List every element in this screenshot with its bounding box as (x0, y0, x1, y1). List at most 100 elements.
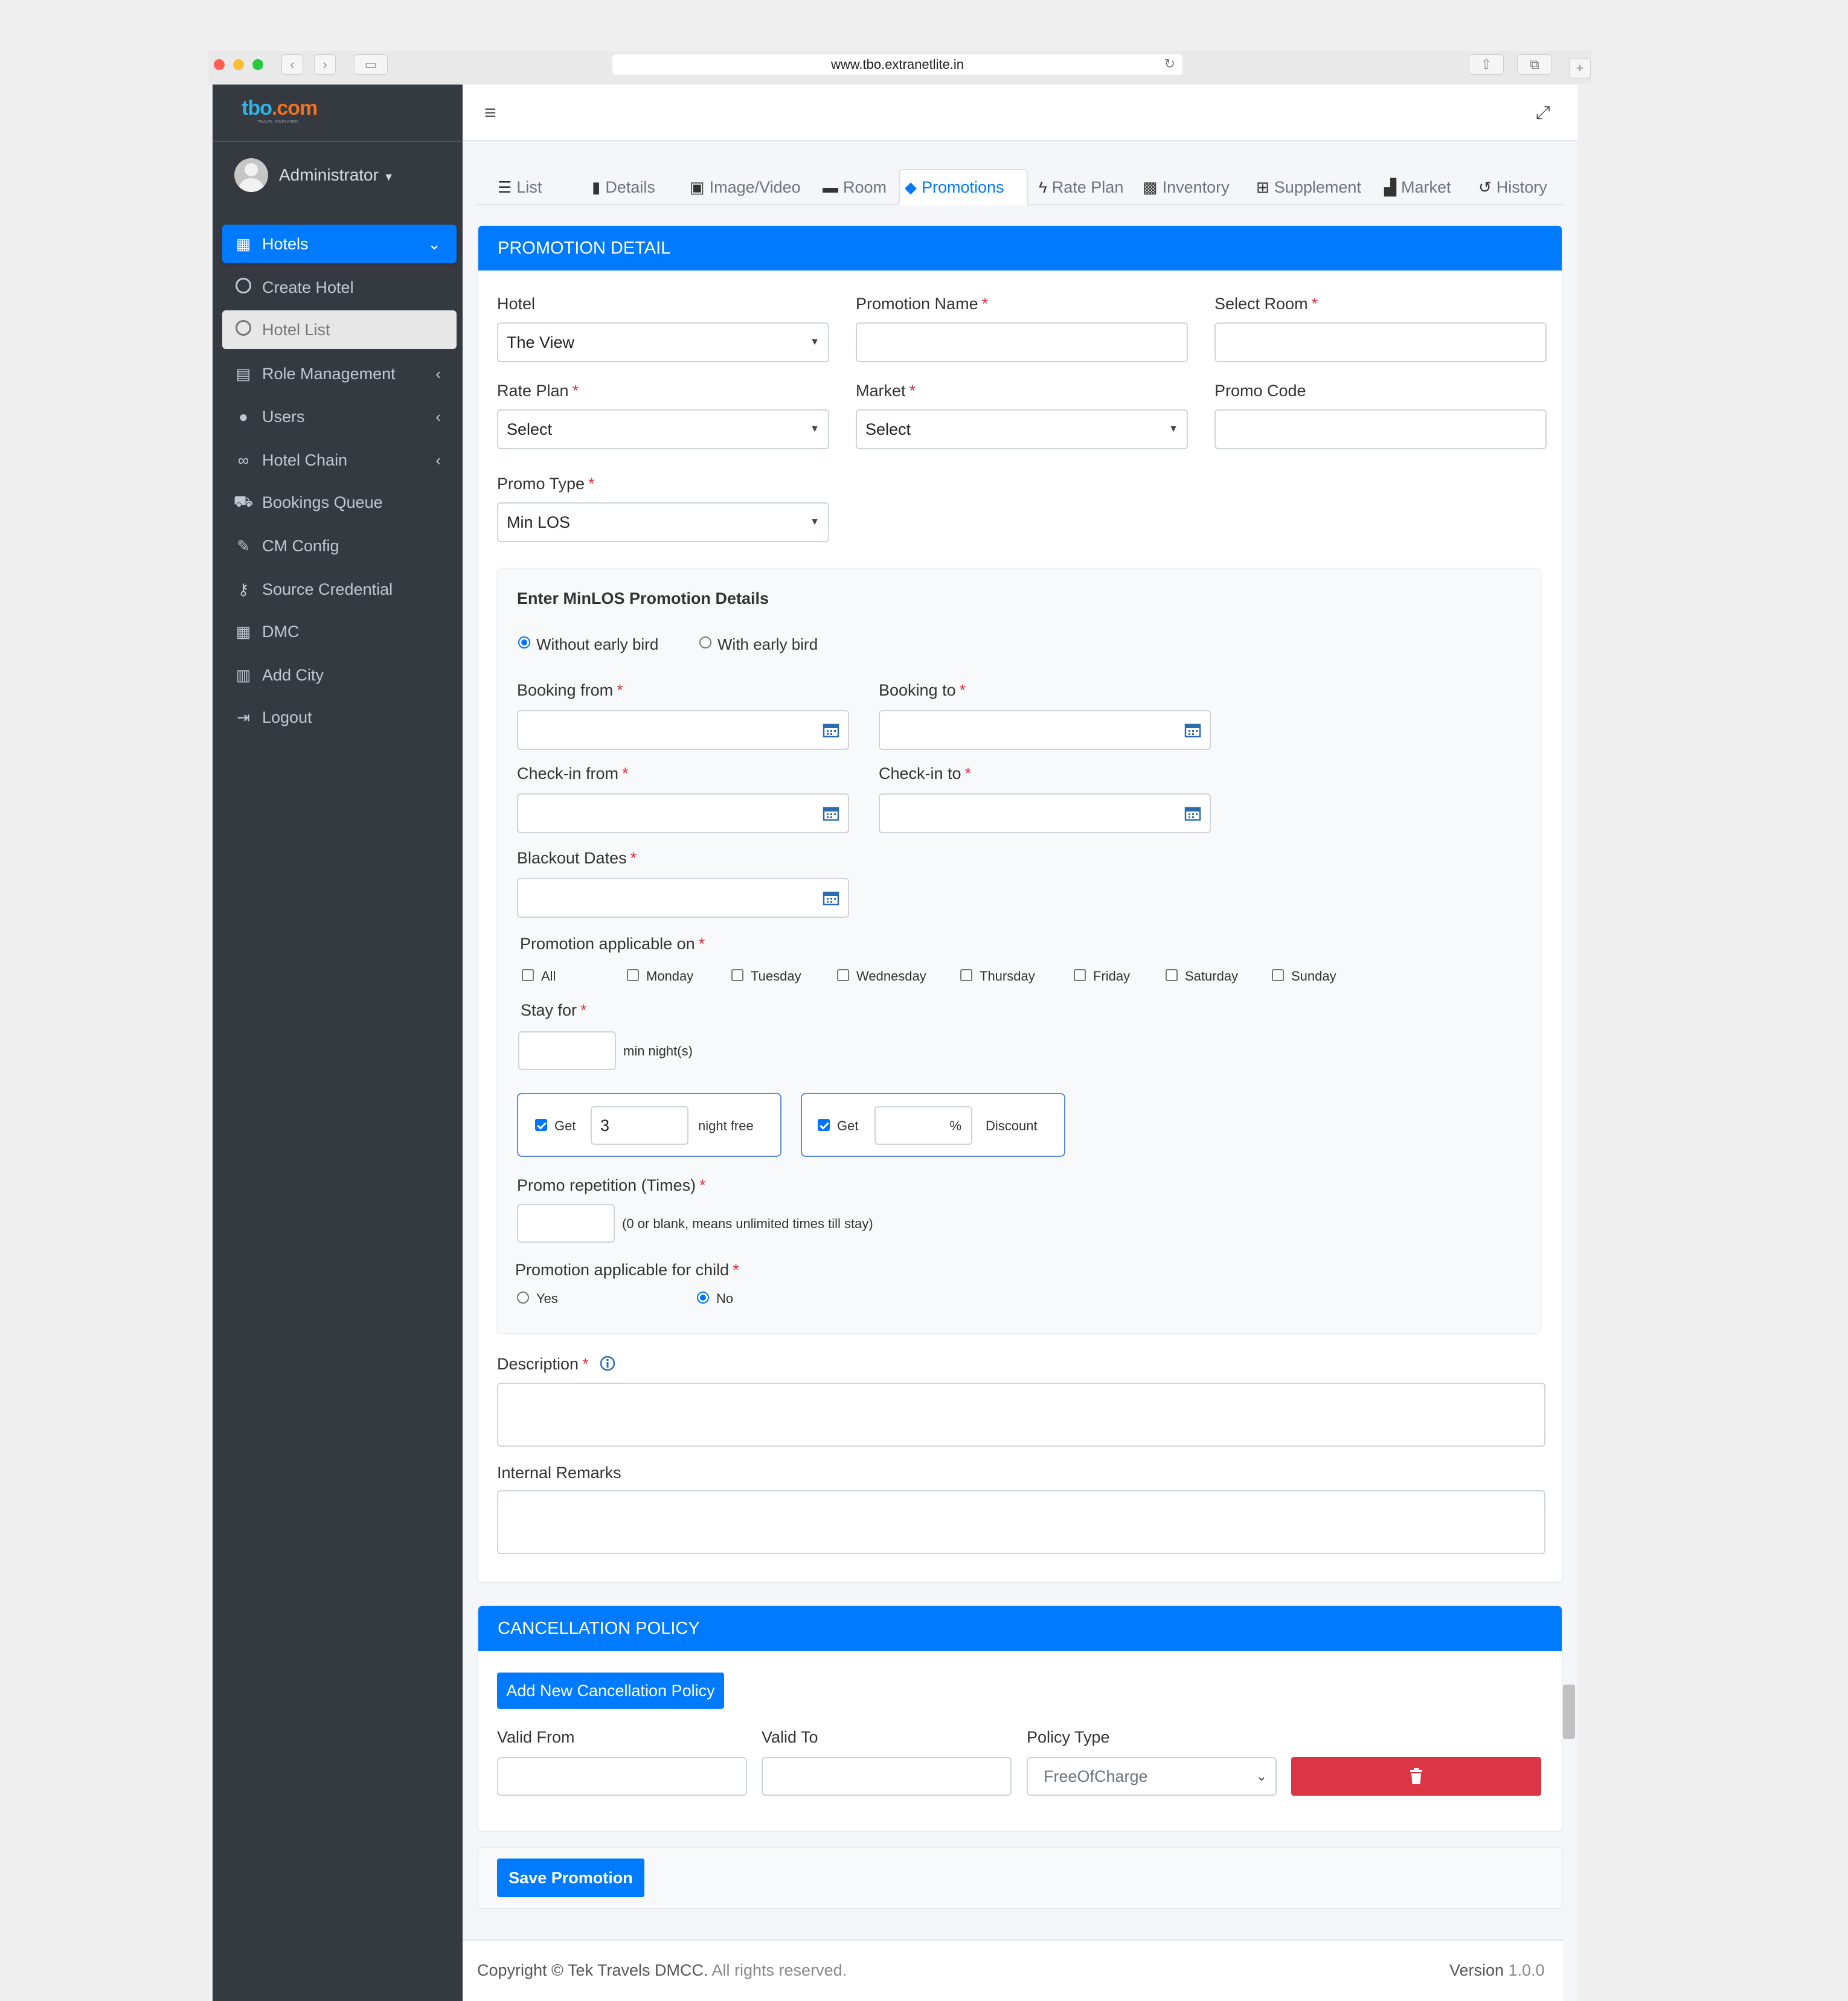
day-checkbox-thursday[interactable]: Thursday (960, 967, 1045, 985)
policy-type-select[interactable]: FreeOfCharge ⌄ (1027, 1757, 1277, 1796)
sidebar-item-dmc[interactable]: ▦ DMC (222, 612, 457, 651)
child-radio-no[interactable]: No (697, 1290, 757, 1308)
key-icon: ⚷ (237, 580, 249, 598)
market-value: Select (865, 420, 911, 438)
sidebar-item-source-credential[interactable]: ⚷ Source Credential (222, 570, 457, 609)
sidebar-item-create-hotel[interactable]: Create Hotel (222, 268, 457, 307)
promo-type-select[interactable]: Min LOS ▼ (497, 502, 829, 542)
calendar-icon[interactable] (823, 805, 839, 821)
day-checkbox-friday[interactable]: Friday (1074, 967, 1140, 985)
sidebar-item-add-city[interactable]: ▥ Add City (222, 656, 457, 694)
calendar-icon[interactable] (823, 722, 839, 738)
tab-inventory[interactable]: ▩ Inventory (1138, 169, 1234, 205)
tab-details[interactable]: ▮ Details (587, 169, 660, 205)
tab-label: Market (1401, 178, 1451, 196)
internal-remarks-textarea[interactable] (497, 1490, 1545, 1554)
forward-icon[interactable]: › (314, 54, 336, 75)
city-icon: ▥ (236, 665, 251, 684)
sidebar-item-hotel-list[interactable]: Hotel List (222, 310, 457, 349)
logo[interactable]: tbo.com (242, 97, 318, 120)
select-room-input[interactable] (1214, 322, 1547, 362)
calendar-icon[interactable] (823, 890, 839, 906)
valid-to-input[interactable] (762, 1757, 1012, 1796)
promotion-name-input[interactable] (856, 322, 1188, 362)
save-promotion-button[interactable]: Save Promotion (497, 1859, 644, 1897)
promo-repetition-input[interactable] (517, 1204, 615, 1243)
maximize-window-icon[interactable] (252, 59, 263, 70)
sidebar-item-users[interactable]: ● Users ‹ (222, 397, 457, 436)
hotel-select[interactable]: The View ▼ (497, 322, 829, 362)
delete-policy-button[interactable] (1291, 1757, 1541, 1796)
hamburger-menu-icon[interactable]: ≡ (484, 101, 496, 125)
blackout-dates-label: Blackout Dates * (517, 849, 637, 867)
child-radio-yes[interactable]: Yes (517, 1290, 577, 1308)
day-checkbox-all[interactable]: All (522, 967, 570, 985)
tab-promotions[interactable]: ◆ Promotions (899, 169, 1028, 205)
sidebar-item-label: Source Credential (262, 580, 393, 598)
calendar-icon[interactable] (1184, 805, 1201, 821)
booking-from-input[interactable] (517, 710, 849, 750)
sidebar-toggle-icon[interactable]: ▭ (354, 54, 388, 75)
blackout-dates-input[interactable] (517, 878, 849, 918)
day-checkbox-sunday[interactable]: Sunday (1272, 967, 1344, 985)
chevron-left-icon: ‹ (435, 364, 441, 383)
address-bar[interactable]: www.tbo.extranetlite.in ↻ (612, 54, 1182, 75)
checkin-from-input[interactable] (517, 793, 849, 833)
back-icon[interactable]: ‹ (281, 54, 303, 75)
valid-from-input[interactable] (497, 1757, 747, 1796)
info-icon[interactable] (599, 1355, 616, 1372)
checkin-to-input[interactable] (879, 793, 1211, 833)
market-select[interactable]: Select ▼ (856, 409, 1188, 449)
footer-copyright: Copyright © Tek Travels DMCC. All rights… (477, 1961, 847, 1980)
user-menu[interactable]: Administrator ▼ (279, 165, 394, 185)
stay-for-input[interactable] (518, 1031, 616, 1070)
get-discount-checkbox[interactable]: Get (818, 1117, 866, 1135)
rate-plan-select[interactable]: Select ▼ (497, 409, 829, 449)
calendar-icon[interactable] (1184, 722, 1201, 738)
tab-supplement[interactable]: ⊞ Supplement (1251, 169, 1366, 205)
night-free-input[interactable]: 3 (591, 1106, 688, 1145)
sidebar-item-cm-config[interactable]: ✎ CM Config (222, 527, 457, 565)
building-icon: ▦ (236, 622, 251, 641)
tab-history[interactable]: ↺ History (1474, 169, 1552, 205)
sidebar-item-hotel-chain[interactable]: ∞ Hotel Chain ‹ (222, 441, 457, 479)
description-textarea[interactable] (497, 1383, 1545, 1447)
fullscreen-icon[interactable]: ⤢ (1536, 103, 1550, 123)
radio-with-early-bird[interactable]: With early bird (698, 634, 855, 655)
sidebar-item-logout[interactable]: ⇥ Logout (222, 698, 457, 737)
tab-market[interactable]: ▟ Market (1379, 169, 1456, 205)
day-checkbox-saturday[interactable]: Saturday (1166, 967, 1244, 985)
booking-to-input[interactable] (879, 710, 1211, 750)
chevron-down-icon: ⌄ (428, 234, 441, 253)
user-icon: ● (239, 407, 248, 426)
day-checkbox-wednesday[interactable]: Wednesday (837, 967, 934, 985)
new-tab-icon[interactable]: + (1569, 58, 1591, 78)
close-window-icon[interactable] (214, 59, 225, 70)
sidebar-item-hotels[interactable]: ▦ Hotels ⌄ (222, 225, 457, 263)
radio-without-early-bird[interactable]: Without early bird (517, 634, 698, 655)
scrollbar[interactable] (1563, 1685, 1575, 1739)
version-label: Version (1449, 1961, 1504, 1979)
add-cancellation-policy-button[interactable]: Add New Cancellation Policy (497, 1673, 724, 1709)
day-checkbox-tuesday[interactable]: Tuesday (731, 967, 810, 985)
tab-image-video[interactable]: ▣ Image/Video (685, 169, 806, 205)
get-night-free-checkbox[interactable]: Get (535, 1117, 583, 1135)
promo-code-label: Promo Code (1214, 382, 1306, 400)
reload-icon[interactable]: ↻ (1164, 56, 1175, 72)
link-icon: ∞ (237, 450, 249, 469)
tab-list[interactable]: ☰ List (493, 169, 547, 205)
promo-code-input[interactable] (1214, 409, 1547, 449)
share-icon[interactable]: ⇧ (1469, 54, 1504, 75)
tab-rate-plan[interactable]: ϟ Rate Plan (1034, 169, 1128, 205)
tabs-overview-icon[interactable]: ⧉ (1517, 54, 1552, 75)
minimize-window-icon[interactable] (233, 59, 244, 70)
discount-input[interactable]: % (874, 1106, 972, 1145)
sidebar-item-bookings-queue[interactable]: ⛟ Bookings Queue (222, 483, 457, 522)
day-checkbox-monday[interactable]: Monday (627, 967, 699, 985)
dropdown-arrow-icon: ▼ (810, 337, 820, 347)
sidebar-item-role-management[interactable]: ▤ Role Management ‹ (222, 354, 457, 393)
select-room-label: Select Room * (1214, 295, 1318, 313)
tab-room[interactable]: ▬ Room (818, 169, 891, 205)
tab-label: Rate Plan (1051, 178, 1124, 196)
circle-icon (228, 319, 258, 340)
